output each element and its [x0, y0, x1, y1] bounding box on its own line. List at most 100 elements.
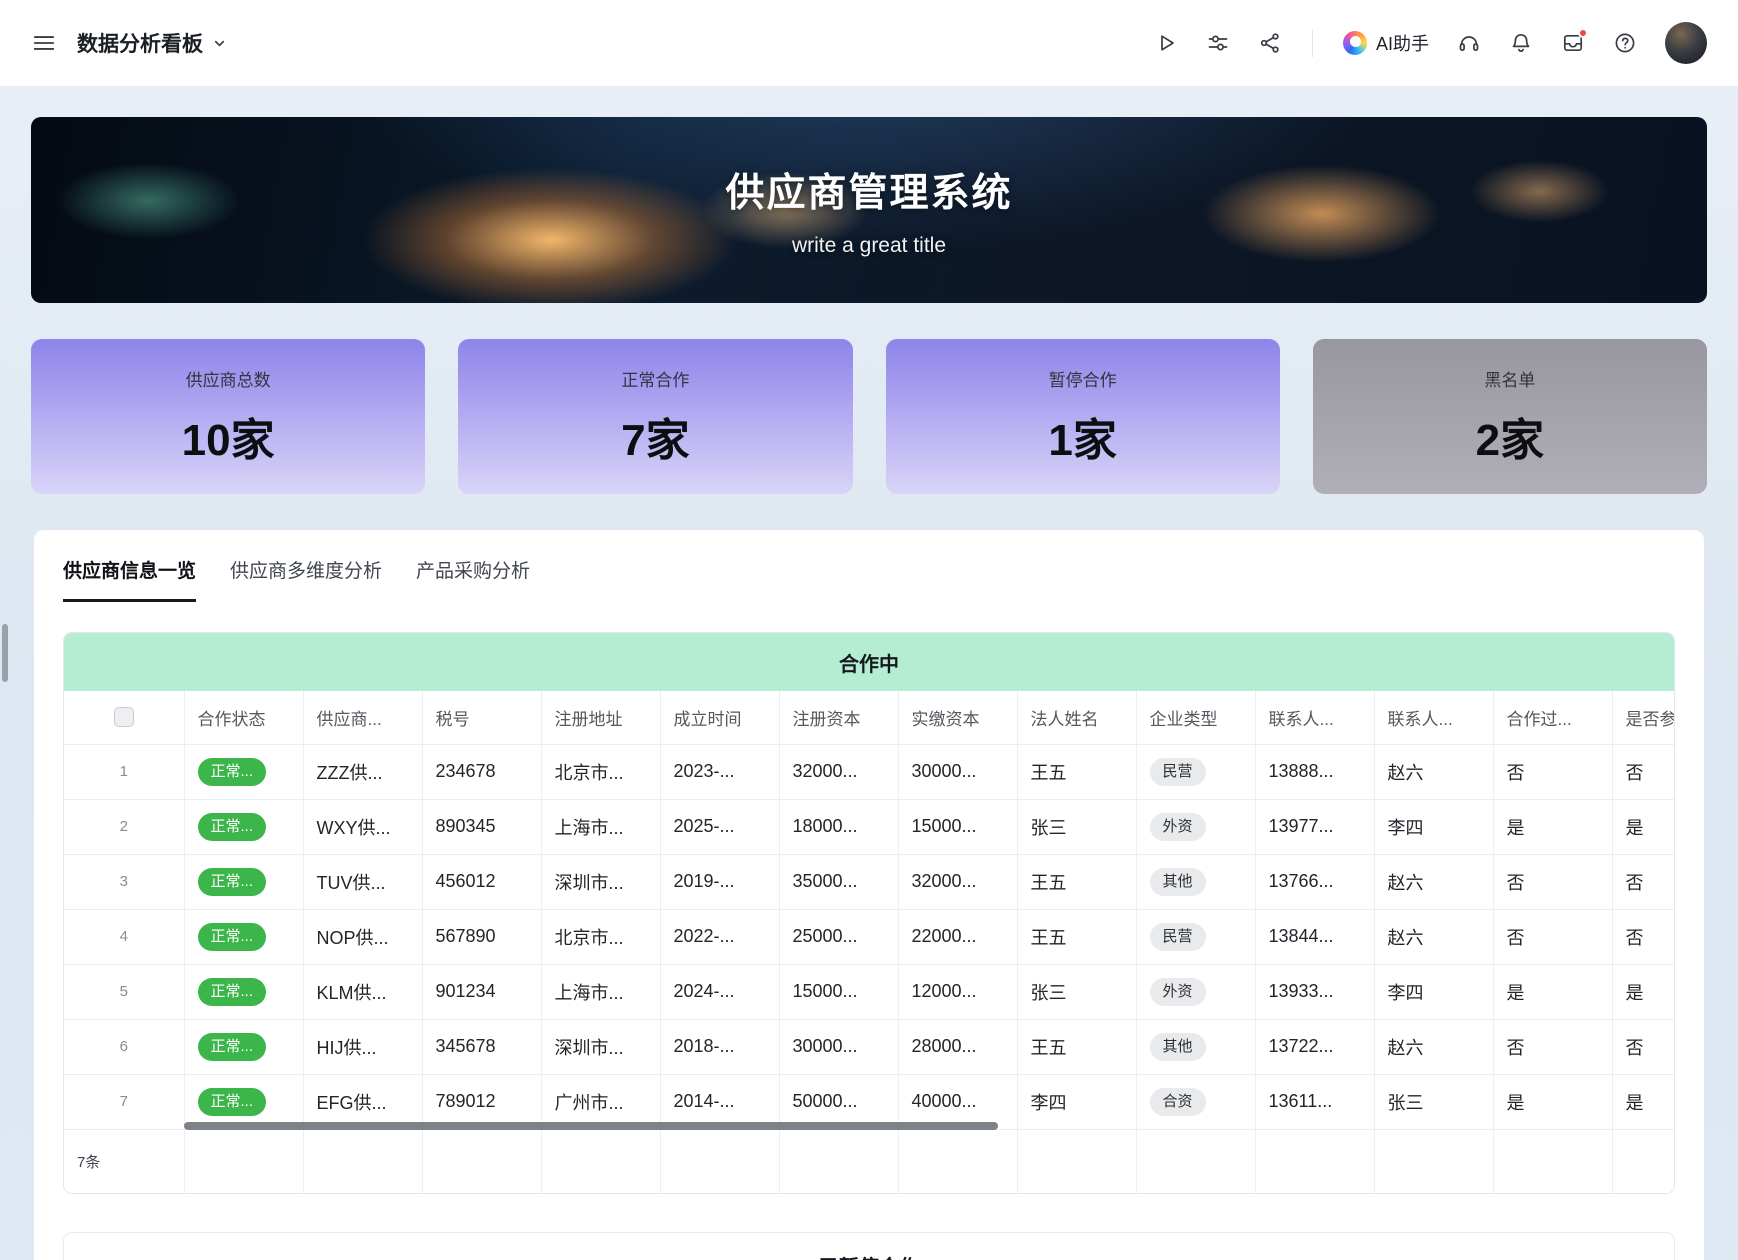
- table-cell: 正常...: [184, 799, 303, 854]
- stat-card-normal-cooperation[interactable]: 正常合作 7家: [458, 339, 852, 494]
- table-cell: 合资: [1136, 1074, 1255, 1129]
- status-badge: 正常...: [198, 978, 267, 1006]
- table-cell: 40000...: [898, 1074, 1017, 1129]
- stat-card-blacklist[interactable]: 黑名单 2家: [1313, 339, 1707, 494]
- column-header[interactable]: 供应商...: [303, 691, 422, 744]
- table-cell: 13933...: [1255, 964, 1374, 1019]
- row-index: 5: [64, 964, 184, 1019]
- table-row[interactable]: 2正常...WXY供...890345上海市...2025-...18000..…: [64, 799, 1675, 854]
- help-icon[interactable]: [1613, 31, 1637, 55]
- company-type-badge: 其他: [1150, 1033, 1206, 1061]
- footer-cell: [184, 1129, 303, 1193]
- table-cell: 2018-...: [660, 1019, 779, 1074]
- table-cell: 上海市...: [541, 964, 660, 1019]
- table-row[interactable]: 6正常...HIJ供...345678深圳市...2018-...30000..…: [64, 1019, 1675, 1074]
- bell-icon[interactable]: [1509, 31, 1533, 55]
- table-cell: 35000...: [779, 854, 898, 909]
- stat-value: 10家: [182, 404, 275, 468]
- status-badge: 正常...: [198, 758, 267, 786]
- column-header[interactable]: 是否参: [1612, 691, 1675, 744]
- footer-cell: [1493, 1129, 1612, 1193]
- column-header[interactable]: 注册地址: [541, 691, 660, 744]
- table-row[interactable]: 3正常...TUV供...456012深圳市...2019-...35000..…: [64, 854, 1675, 909]
- column-header[interactable]: 企业类型: [1136, 691, 1255, 744]
- table-cell: 上海市...: [541, 799, 660, 854]
- table-cell: 否: [1493, 909, 1612, 964]
- table-cell: 28000...: [898, 1019, 1017, 1074]
- stat-label: 供应商总数: [186, 366, 271, 391]
- table-cell: 北京市...: [541, 744, 660, 799]
- paused-table-card: 已暂停合作: [63, 1232, 1675, 1260]
- status-badge: 正常...: [198, 1088, 267, 1116]
- column-header[interactable]: 联系人...: [1255, 691, 1374, 744]
- table-cell: 2019-...: [660, 854, 779, 909]
- select-all-checkbox[interactable]: [114, 707, 134, 727]
- table-cell: 13844...: [1255, 909, 1374, 964]
- vertical-scrollbar[interactable]: [2, 624, 8, 682]
- hero-banner: 供应商管理系统 write a great title: [31, 117, 1707, 303]
- avatar[interactable]: [1665, 22, 1707, 64]
- column-header[interactable]: 合作状态: [184, 691, 303, 744]
- stat-card-paused-cooperation[interactable]: 暂停合作 1家: [886, 339, 1280, 494]
- horizontal-scrollbar[interactable]: [184, 1122, 998, 1130]
- supplier-tbody: 1正常...ZZZ供...234678北京市...2023-...32000..…: [64, 744, 1675, 1129]
- table-cell: HIJ供...: [303, 1019, 422, 1074]
- company-type-badge: 民营: [1150, 923, 1206, 951]
- table-row[interactable]: 7正常...EFG供...789012广州市...2014-...50000..…: [64, 1074, 1675, 1129]
- headset-icon[interactable]: [1457, 31, 1481, 55]
- tab-multidimensional-analysis[interactable]: 供应商多维度分析: [230, 556, 382, 602]
- ai-assistant-button[interactable]: AI助手: [1343, 30, 1429, 56]
- table-cell: 深圳市...: [541, 854, 660, 909]
- table-cell: 是: [1493, 964, 1612, 1019]
- menu-icon[interactable]: [31, 30, 57, 56]
- column-header[interactable]: 法人姓名: [1017, 691, 1136, 744]
- table-cell: 890345: [422, 799, 541, 854]
- table-cell: 567890: [422, 909, 541, 964]
- share-icon[interactable]: [1258, 31, 1282, 55]
- table-cell: EFG供...: [303, 1074, 422, 1129]
- table-cell: 正常...: [184, 744, 303, 799]
- topbar-actions: AI助手: [1154, 22, 1707, 64]
- row-index: 6: [64, 1019, 184, 1074]
- table-cell: 赵六: [1374, 854, 1493, 909]
- table-cell: 民营: [1136, 744, 1255, 799]
- section-header-cooperating: 合作中: [64, 633, 1674, 691]
- table-row[interactable]: 4正常...NOP供...567890北京市...2022-...25000..…: [64, 909, 1675, 964]
- chevron-down-icon[interactable]: [212, 36, 227, 51]
- table-cell: 234678: [422, 744, 541, 799]
- table-cell: 2014-...: [660, 1074, 779, 1129]
- table-cell: 赵六: [1374, 1019, 1493, 1074]
- table-cell: 正常...: [184, 1019, 303, 1074]
- table-cell: 李四: [1017, 1074, 1136, 1129]
- column-header[interactable]: 联系人...: [1374, 691, 1493, 744]
- footer-cell: [1612, 1129, 1675, 1193]
- table-cell: ZZZ供...: [303, 744, 422, 799]
- controls-icon[interactable]: [1206, 31, 1230, 55]
- table-row[interactable]: 1正常...ZZZ供...234678北京市...2023-...32000..…: [64, 744, 1675, 799]
- tab-supplier-overview[interactable]: 供应商信息一览: [63, 556, 196, 602]
- column-header[interactable]: 实缴资本: [898, 691, 1017, 744]
- inbox-icon[interactable]: [1561, 31, 1585, 55]
- table-row[interactable]: 5正常...KLM供...901234上海市...2024-...15000..…: [64, 964, 1675, 1019]
- stat-label: 正常合作: [621, 366, 689, 391]
- footer-cell: [1017, 1129, 1136, 1193]
- footer-cell: [541, 1129, 660, 1193]
- column-header[interactable]: 注册资本: [779, 691, 898, 744]
- stat-cards: 供应商总数 10家 正常合作 7家 暂停合作 1家 黑名单 2家: [31, 339, 1707, 494]
- column-header[interactable]: 税号: [422, 691, 541, 744]
- column-header[interactable]: 合作过...: [1493, 691, 1612, 744]
- play-icon[interactable]: [1154, 31, 1178, 55]
- table-cell: 王五: [1017, 854, 1136, 909]
- table-cell: 其他: [1136, 854, 1255, 909]
- column-header[interactable]: 成立时间: [660, 691, 779, 744]
- footer-cell: [1374, 1129, 1493, 1193]
- tab-procurement-analysis[interactable]: 产品采购分析: [416, 556, 530, 602]
- table-cell: 22000...: [898, 909, 1017, 964]
- table-cell: 外资: [1136, 964, 1255, 1019]
- table-cell: 否: [1612, 1019, 1675, 1074]
- table-cell: 其他: [1136, 1019, 1255, 1074]
- table-cell: 李四: [1374, 799, 1493, 854]
- stat-card-total-suppliers[interactable]: 供应商总数 10家: [31, 339, 425, 494]
- company-type-badge: 外资: [1150, 978, 1206, 1006]
- topbar: 数据分析看板 AI助手: [0, 0, 1738, 86]
